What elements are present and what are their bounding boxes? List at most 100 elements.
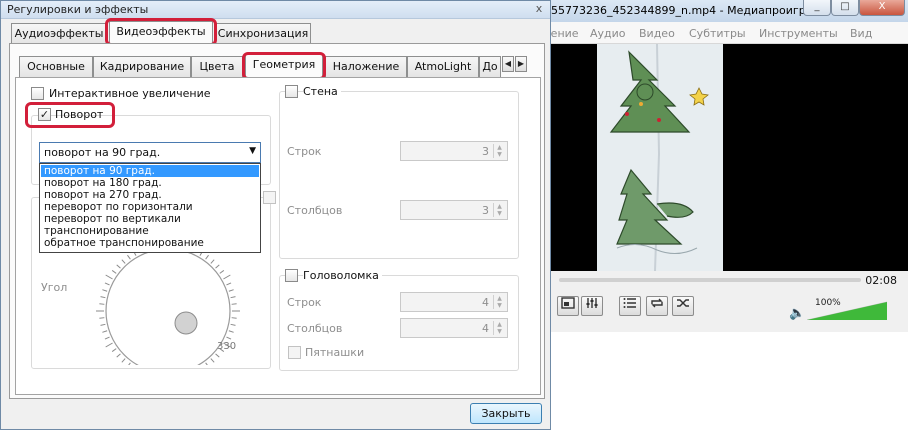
rotate-label: Поворот: [55, 108, 104, 121]
spin-arrows-icon[interactable]: ▲ ▼: [493, 144, 505, 158]
puzzle-cols-value: 4: [482, 322, 489, 335]
chevron-down-icon[interactable]: ▼: [249, 146, 256, 156]
angle-group-checkbox[interactable]: [263, 191, 276, 204]
rotate-checkbox[interactable]: ✓: [38, 108, 51, 121]
tab-basic[interactable]: Основные: [19, 56, 93, 78]
dial-tick: [215, 353, 220, 358]
menu-audio[interactable]: Аудио: [590, 27, 626, 40]
angle-label: Угол: [41, 281, 68, 294]
minimize-button[interactable]: _: [803, 0, 831, 16]
seek-slider[interactable]: [559, 278, 861, 282]
puzzle-cols-label: Столбцов: [287, 322, 343, 335]
tabs-scroll-right-icon[interactable]: ▶: [515, 56, 527, 72]
wall-group: [279, 91, 519, 259]
christmas-trees-image: [597, 44, 723, 271]
speaker-icon[interactable]: 🔈: [789, 306, 805, 321]
dial-tick: [210, 358, 215, 363]
dial-tick: [230, 296, 236, 299]
menu-view[interactable]: Вид: [850, 27, 872, 40]
puzzle-rows-spinbox[interactable]: 4 ▲ ▼: [400, 292, 508, 312]
timebar: 02:08: [551, 272, 908, 290]
elapsed-time: 02:08: [865, 274, 897, 287]
tab-video-effects[interactable]: Видеоэффекты: [109, 21, 213, 45]
rotate-option[interactable]: поворот на 270 град.: [41, 189, 259, 201]
tabs-scroll-left-icon[interactable]: ◀: [502, 56, 514, 72]
wall-label: Стена: [303, 85, 341, 98]
wall-cols-value: 3: [482, 204, 489, 217]
dial-tick: [121, 358, 126, 363]
shuffle-icon[interactable]: [672, 296, 694, 316]
tab-crop[interactable]: Кадрирование: [93, 56, 191, 78]
dial-tick: [99, 317, 105, 319]
wall-cols-spinbox[interactable]: 3 ▲ ▼: [400, 200, 508, 220]
frame-icon[interactable]: [557, 296, 579, 316]
rotate-option[interactable]: обратное транспонирование: [41, 237, 259, 249]
menu-tools[interactable]: Инструменты: [759, 27, 838, 40]
dialog-titlebar: Регулировки и эффекты x: [1, 1, 550, 19]
menu-subtitles[interactable]: Субтитры: [689, 27, 746, 40]
video-frame: [597, 44, 723, 271]
dial-tick: [111, 348, 117, 352]
rotate-option[interactable]: поворот на 90 град.: [41, 165, 259, 177]
puzzle-label: Головоломка: [303, 269, 382, 282]
maximize-button[interactable]: □: [831, 0, 859, 16]
player-menubar: Сение Аудио Видео Субтитры Инструменты В…: [541, 22, 908, 44]
loop-icon[interactable]: [646, 296, 668, 316]
wall-checkbox[interactable]: [285, 85, 298, 98]
dial-tick: [102, 289, 108, 292]
spin-arrows-icon[interactable]: ▲ ▼: [493, 295, 505, 309]
dial-tick: [215, 264, 220, 269]
tab-colors[interactable]: Цвета: [191, 56, 243, 78]
player-close-button[interactable]: X: [859, 0, 905, 16]
dial-tick: [128, 362, 131, 365]
dial-tick: [228, 330, 234, 333]
dialog-close-icon[interactable]: x: [528, 1, 550, 17]
dial-tick: [111, 270, 117, 274]
fifteen-checkbox[interactable]: [288, 346, 301, 359]
spin-arrows-icon[interactable]: ▲ ▼: [493, 321, 505, 335]
rotate-combobox[interactable]: поворот на 90 град. ▼: [39, 142, 261, 163]
equalizer-icon[interactable]: [581, 296, 603, 316]
interactive-zoom-checkbox[interactable]: [31, 87, 44, 100]
wall-cols-label: Столбцов: [287, 204, 343, 217]
rotate-option[interactable]: поворот на 180 град.: [41, 177, 259, 189]
player-window-title: 55773236_452344899_n.mp4 - Медиапроигр..…: [551, 4, 817, 17]
tab-atmolight[interactable]: AtmoLight: [407, 56, 479, 78]
dial-tick: [231, 317, 237, 319]
puzzle-rows-value: 4: [482, 296, 489, 309]
dial-tick: [127, 254, 131, 260]
tab-sync[interactable]: Синхронизация: [215, 23, 311, 45]
close-button[interactable]: Закрыть: [470, 403, 542, 424]
dial-tick: [226, 336, 232, 340]
dial-tick: [223, 274, 231, 280]
tab-more[interactable]: До: [479, 56, 501, 78]
rotate-option[interactable]: транспонирование: [41, 225, 259, 237]
dial-tick: [219, 270, 225, 274]
dial-tick: [116, 264, 121, 269]
rotate-dropdown-list: поворот на 90 град. поворот на 180 град.…: [39, 163, 261, 253]
player-titlebar: 55773236_452344899_n.mp4 - Медиапроигр..…: [541, 0, 908, 22]
menu-video[interactable]: Видео: [639, 27, 675, 40]
dial-tick: [105, 274, 113, 280]
dial-mark-330: 330: [217, 341, 237, 352]
dial-tick: [100, 296, 106, 299]
volume-slider[interactable]: [807, 298, 887, 320]
tab-geometry[interactable]: Геометрия: [245, 54, 323, 78]
dial-tick: [231, 303, 237, 305]
rotate-option[interactable]: переворот по вертикали: [41, 213, 259, 225]
dial-tick: [105, 342, 113, 348]
video-area[interactable]: [551, 44, 908, 271]
puzzle-checkbox[interactable]: [285, 269, 298, 282]
spin-arrows-icon[interactable]: ▲ ▼: [493, 203, 505, 217]
wall-rows-spinbox[interactable]: 3 ▲ ▼: [400, 141, 508, 161]
tab-overlay[interactable]: Наложение: [325, 56, 407, 78]
puzzle-cols-spinbox[interactable]: 4 ▲ ▼: [400, 318, 508, 338]
tab-audio-effects[interactable]: Аудиоэффекты: [11, 23, 107, 45]
rotate-option[interactable]: переворот по горизонтали: [41, 201, 259, 213]
dial-tick: [210, 259, 215, 264]
dial-tick: [121, 259, 126, 264]
dial-tick: [104, 336, 110, 340]
playlist-icon[interactable]: [619, 296, 641, 316]
dial-tick: [100, 323, 106, 326]
effects-dialog: Регулировки и эффекты x Аудиоэффекты Вид…: [0, 0, 551, 430]
